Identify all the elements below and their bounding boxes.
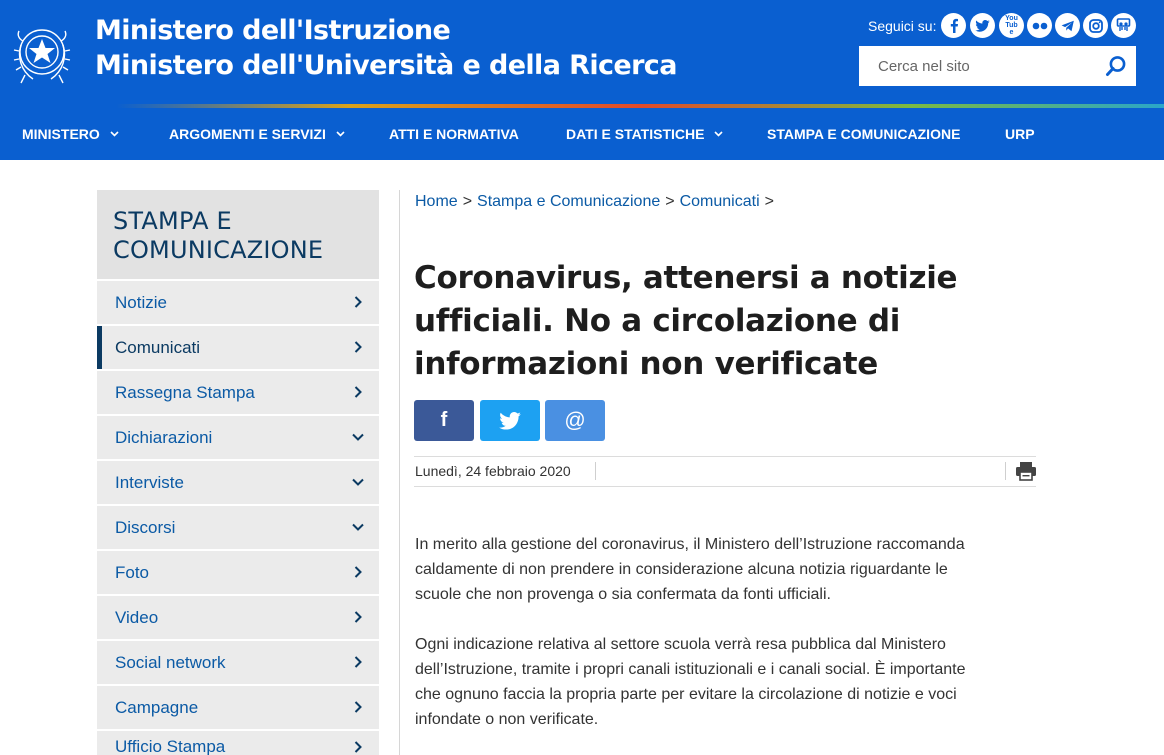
sidebar-title: STAMPA E COMUNICAZIONE	[113, 207, 324, 264]
breadcrumb-home[interactable]: Home	[415, 193, 458, 210]
chevron-down-icon	[714, 131, 724, 137]
nav-item-label: DATI E STATISTICHE	[566, 126, 705, 142]
search-icon[interactable]	[1105, 55, 1127, 77]
chevron-down-icon	[352, 433, 364, 441]
breadcrumb-stampa-comunicazione[interactable]: Stampa e Comunicazione	[477, 193, 660, 210]
sidebar-item-label: Comunicati	[115, 338, 201, 357]
breadcrumb-comunicati[interactable]: Comunicati	[680, 193, 760, 210]
follow-us-label: Seguici su:	[868, 18, 937, 34]
share-facebook-button[interactable]: f	[414, 400, 474, 441]
sidebar-item-ufficio-stampa[interactable]: Ufficio Stampa	[97, 731, 379, 755]
article-paragraph: In merito alla gestione del coronavirus,…	[415, 536, 965, 603]
nav-item-label: ARGOMENTI E SERVIZI	[169, 126, 326, 142]
sidebar-item-campagne[interactable]: Campagne	[97, 686, 379, 729]
meta-separator	[595, 462, 596, 480]
sidebar-item-label: Interviste	[115, 473, 184, 492]
chevron-right-icon	[354, 611, 362, 623]
sidebar-item-foto[interactable]: Foto	[97, 551, 379, 594]
sidebar-item-label: Social network	[115, 653, 226, 672]
article-title: Coronavirus, attenersi a notizie ufficia…	[414, 260, 958, 382]
nav-item-urp[interactable]: URP	[1005, 108, 1035, 160]
main-navigation: MINISTERO ARGOMENTI E SERVIZI ATTI E NOR…	[0, 108, 1164, 160]
sidebar-item-discorsi[interactable]: Discorsi	[97, 506, 379, 549]
telegram-icon[interactable]	[1055, 13, 1080, 38]
chevron-down-icon	[352, 478, 364, 486]
sidebar-item-label: Discorsi	[115, 518, 176, 537]
sidebar-item-label: Video	[115, 608, 159, 627]
twitter-icon	[499, 411, 521, 430]
sidebar-item-label: Campagne	[115, 698, 199, 717]
meta-separator	[1005, 462, 1006, 480]
slideshare-icon[interactable]	[1111, 13, 1136, 38]
chevron-right-icon	[354, 701, 362, 713]
email-icon: @	[564, 408, 586, 432]
sidebar-item-label: Ufficio Stampa	[115, 737, 226, 755]
nav-item-ministero[interactable]: MINISTERO	[22, 108, 119, 160]
nav-item-label: ATTI E NORMATIVA	[389, 126, 519, 142]
sidebar-item-dichiarazioni[interactable]: Dichiarazioni	[97, 416, 379, 459]
chevron-down-icon	[110, 131, 119, 137]
nav-item-atti-normativa[interactable]: ATTI E NORMATIVA	[389, 108, 519, 160]
chevron-right-icon	[354, 566, 362, 578]
share-email-button[interactable]: @	[545, 400, 605, 441]
sidebar-item-label: Foto	[115, 563, 150, 582]
sidebar-item-social-network[interactable]: Social network	[97, 641, 379, 684]
nav-item-label: URP	[1005, 126, 1035, 142]
nav-item-label: STAMPA E COMUNICAZIONE	[767, 126, 961, 142]
article-paragraph: Ogni indicazione relativa al settore scu…	[415, 636, 966, 728]
breadcrumb-separator: >	[462, 193, 473, 210]
site-header: Ministero dell'Istruzione Ministero dell…	[0, 0, 1164, 104]
sidebar-item-label: Rassegna Stampa	[115, 383, 255, 402]
ministry-title-line2[interactable]: Ministero dell'Università e della Ricerc…	[95, 50, 677, 81]
chevron-right-icon	[354, 341, 362, 353]
republic-emblem-icon[interactable]	[11, 17, 73, 87]
nav-item-dati-statistiche[interactable]: DATI E STATISTICHE	[566, 108, 724, 160]
sidebar-item-rassegna-stampa[interactable]: Rassegna Stampa	[97, 371, 379, 414]
sidebar-item-label: Dichiarazioni	[115, 428, 213, 447]
meta-divider	[414, 456, 1036, 457]
chevron-down-icon	[352, 523, 364, 531]
meta-divider	[414, 486, 1036, 487]
chevron-right-icon	[354, 296, 362, 308]
print-icon[interactable]	[1015, 461, 1037, 481]
sidebar-item-interviste[interactable]: Interviste	[97, 461, 379, 504]
chevron-right-icon	[354, 386, 362, 398]
share-twitter-button[interactable]	[480, 400, 540, 441]
chevron-right-icon	[354, 741, 362, 753]
search-input[interactable]	[859, 46, 1089, 86]
youtube-icon[interactable]: You Tube	[999, 13, 1024, 38]
youtube-icon-text: You Tube	[1005, 15, 1018, 36]
column-divider	[399, 190, 400, 755]
facebook-icon: f	[440, 409, 448, 431]
sidebar-item-notizie[interactable]: Notizie	[97, 281, 379, 324]
twitter-icon[interactable]	[970, 13, 995, 38]
nav-item-label: MINISTERO	[22, 126, 100, 142]
sidebar-header: STAMPA E COMUNICAZIONE	[97, 190, 379, 279]
flickr-icon[interactable]	[1027, 13, 1052, 38]
sidebar-item-video[interactable]: Video	[97, 596, 379, 639]
breadcrumb: Home > Stampa e Comunicazione > Comunicati >	[415, 193, 779, 211]
breadcrumb-separator: >	[764, 193, 774, 210]
nav-item-argomenti-servizi[interactable]: ARGOMENTI E SERVIZI	[169, 108, 345, 160]
sidebar-item-label: Notizie	[115, 293, 167, 312]
sidebar-item-comunicati[interactable]: Comunicati	[97, 326, 379, 369]
chevron-right-icon	[354, 656, 362, 668]
ministry-title-line1[interactable]: Ministero dell'Istruzione	[95, 15, 451, 46]
nav-item-stampa-comunicazione[interactable]: STAMPA E COMUNICAZIONE	[767, 108, 960, 160]
facebook-icon[interactable]	[941, 13, 966, 38]
search-box	[859, 46, 1136, 86]
instagram-icon[interactable]	[1083, 13, 1108, 38]
chevron-down-icon	[336, 131, 345, 137]
article-date: Lunedì, 24 febbraio 2020	[415, 463, 571, 479]
breadcrumb-separator: >	[665, 193, 675, 210]
